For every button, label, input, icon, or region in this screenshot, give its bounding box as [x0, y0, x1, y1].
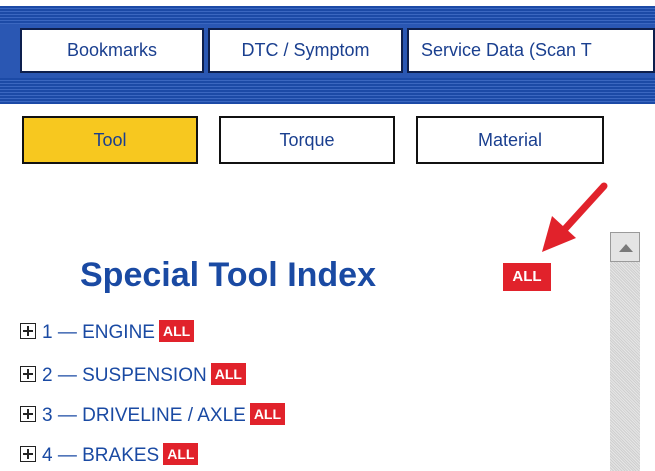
tab-service-data[interactable]: Service Data (Scan T	[407, 28, 655, 73]
tab-torque[interactable]: Torque	[219, 116, 395, 164]
all-badge[interactable]: ALL	[163, 442, 199, 465]
tree-item-label[interactable]: 2 — SUSPENSION	[42, 365, 207, 386]
tree-item-label[interactable]: 3 — DRIVELINE / AXLE	[42, 405, 246, 426]
scroll-up-button[interactable]	[610, 232, 640, 262]
page-title: Special Tool Index	[80, 256, 376, 294]
vertical-scrollbar[interactable]	[610, 232, 640, 471]
tab-dtc-symptom[interactable]: DTC / Symptom	[208, 28, 403, 73]
expand-plus-icon[interactable]	[20, 405, 36, 422]
tree-item-driveline-axle[interactable]: 3 — DRIVELINE / AXLE ALL	[20, 402, 286, 429]
tab-material[interactable]: Material	[416, 116, 604, 164]
tree-item-brakes[interactable]: 4 — BRAKES ALL	[20, 442, 199, 469]
title-all-badge[interactable]: ALL	[503, 263, 551, 291]
tree-item-label[interactable]: 4 — BRAKES	[42, 445, 159, 466]
tree-item-suspension[interactable]: 2 — SUSPENSION ALL	[20, 362, 246, 389]
tab-bookmarks[interactable]: Bookmarks	[20, 28, 204, 73]
all-badge[interactable]: ALL	[158, 319, 195, 342]
expand-plus-icon[interactable]	[20, 445, 36, 462]
all-badge[interactable]: ALL	[210, 362, 246, 385]
expand-plus-icon[interactable]	[20, 365, 36, 382]
tree-item-engine[interactable]: 1 — ENGINE ALL	[20, 319, 195, 346]
expand-plus-icon[interactable]	[20, 322, 36, 339]
red-arrow-icon	[542, 182, 608, 252]
tab-tool[interactable]: Tool	[22, 116, 198, 164]
scroll-up-arrow-icon	[619, 244, 633, 252]
all-badge[interactable]: ALL	[249, 402, 286, 425]
tree-item-label[interactable]: 1 — ENGINE	[42, 322, 155, 343]
